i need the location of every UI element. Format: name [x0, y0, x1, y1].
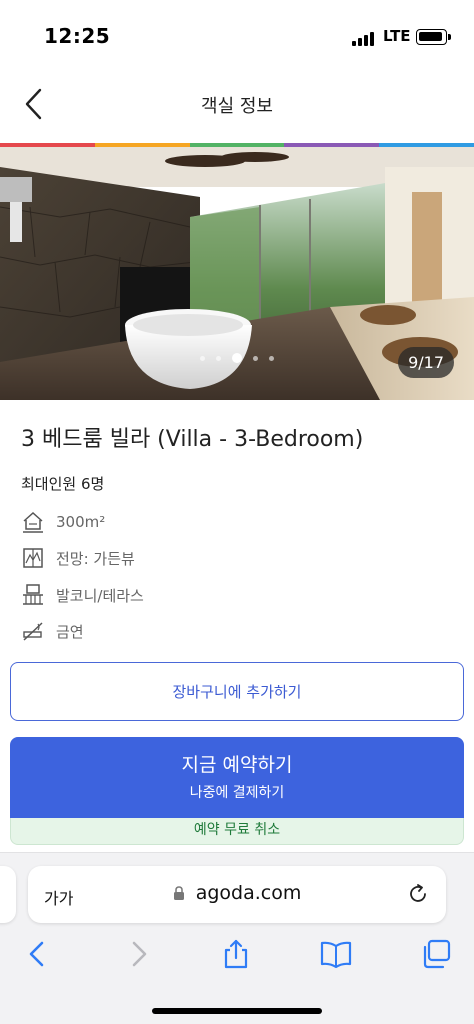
no-smoking-icon	[23, 622, 43, 641]
room-name: 3 베드룸 빌라 (Villa - 3-Bedroom)	[21, 427, 364, 452]
status-time: 12:25	[44, 24, 111, 48]
carousel-dot[interactable]	[216, 355, 221, 361]
cellular-signal-icon	[352, 30, 378, 46]
feature-balcony: 발코니/테라스	[21, 582, 144, 608]
max-occupancy: 최대인원 6명	[21, 475, 105, 493]
network-type: LTE	[383, 27, 411, 45]
photo-counter: 9/17	[398, 347, 454, 378]
lock-icon	[173, 885, 184, 900]
carousel-dot[interactable]	[200, 355, 205, 361]
book-now-button[interactable]: 지금 예약하기 나중에 결제하기	[10, 737, 464, 818]
add-to-cart-button[interactable]: 장바구니에 추가하기	[10, 662, 464, 721]
carousel-dot[interactable]	[253, 355, 258, 361]
feature-room-size: 300m²	[21, 509, 105, 535]
share-icon[interactable]	[220, 939, 252, 969]
feature-label: 발코니/테라스	[56, 586, 144, 605]
home-indicator[interactable]	[152, 1008, 322, 1014]
carousel-dot[interactable]	[269, 355, 274, 361]
room-photo-carousel[interactable]: 9/17	[0, 147, 474, 400]
battery-icon	[416, 29, 451, 45]
page-title: 객실 정보	[201, 96, 273, 117]
feature-label: 금연	[56, 622, 84, 641]
feature-label: 전망: 가든뷰	[56, 549, 135, 568]
house-size-icon	[23, 511, 43, 533]
window-view-icon	[23, 548, 43, 568]
free-cancellation-badge: 예약 무료 취소	[10, 818, 464, 845]
book-now-label: 지금 예약하기	[181, 754, 293, 776]
previous-tab-preview[interactable]	[0, 866, 16, 923]
add-to-cart-label: 장바구니에 추가하기	[172, 683, 302, 701]
address-bar[interactable]: 가가 agoda.com	[28, 866, 446, 923]
browser-toolbar: 가가 agoda.com	[0, 852, 474, 1024]
bookmarks-icon[interactable]	[320, 939, 352, 969]
back-icon[interactable]	[22, 939, 54, 969]
feature-view: 전망: 가든뷰	[21, 545, 135, 571]
balcony-icon	[23, 584, 43, 605]
reload-icon[interactable]	[406, 882, 430, 906]
status-bar: 12:25 LTE	[0, 0, 474, 70]
page-header: 객실 정보	[0, 70, 474, 144]
feature-label: 300m²	[56, 513, 106, 531]
url-text: agoda.com	[195, 882, 302, 904]
pay-later-label: 나중에 결제하기	[189, 785, 285, 801]
forward-icon[interactable]	[122, 939, 154, 969]
carousel-dot-active[interactable]	[232, 353, 242, 363]
tabs-icon[interactable]	[420, 939, 452, 969]
feature-smoking: 금연	[21, 618, 84, 644]
url-display[interactable]: agoda.com	[28, 882, 446, 904]
